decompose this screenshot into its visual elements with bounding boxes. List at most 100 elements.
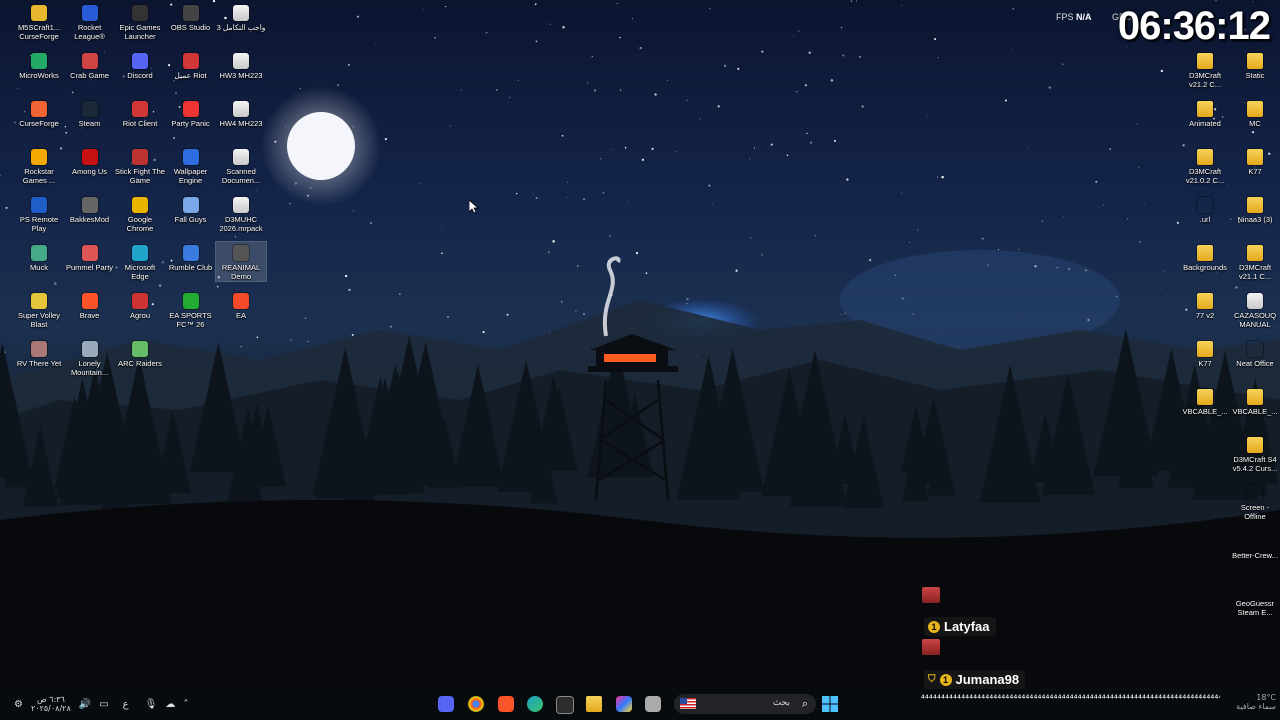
- task-view-icon[interactable]: [645, 696, 661, 712]
- desktop-icon[interactable]: Static: [1230, 50, 1280, 80]
- desktop-icon-label: MicroWorks: [19, 71, 59, 80]
- desktop-icon[interactable]: Muck: [14, 242, 64, 272]
- desktop-icon-label: HW3 MH223: [219, 71, 263, 80]
- desktop-icon[interactable]: Rocket League®: [65, 2, 115, 41]
- weather-widget[interactable]: 18°C سماء صافية: [1236, 693, 1276, 711]
- desktop-icon[interactable]: Neat Office: [1230, 338, 1280, 368]
- desktop-icon[interactable]: MicroWorks: [14, 50, 64, 80]
- desktop-icon[interactable]: D3MUHC 2026.mrpack: [216, 194, 266, 233]
- curseforge-icon: [31, 101, 47, 117]
- fps-label: FPS: [1056, 12, 1074, 22]
- desktop-icon[interactable]: Lonely Mountain...: [65, 338, 115, 377]
- desktop-icon[interactable]: HW4 MH223: [216, 98, 266, 128]
- desktop-icon[interactable]: .url: [1180, 194, 1230, 224]
- desktop-icon[interactable]: Wallpaper Engine: [166, 146, 216, 185]
- document-icon: [1247, 293, 1263, 309]
- desktop-icon[interactable]: Among Us: [65, 146, 115, 176]
- network-icon[interactable]: ▭: [99, 699, 108, 710]
- desktop-icon[interactable]: Epic Games Launcher: [115, 2, 165, 41]
- desktop-icon[interactable]: Pummel Party: [65, 242, 115, 272]
- desktop-icon[interactable]: Riot Client: [115, 98, 165, 128]
- desktop-icon[interactable]: EA: [216, 290, 266, 320]
- desktop-icon[interactable]: RV There Yet: [14, 338, 64, 368]
- desktop-icon-label: Animated: [1189, 119, 1221, 128]
- brave-taskbar-icon[interactable]: [498, 696, 514, 712]
- file-explorer-icon[interactable]: [586, 696, 602, 712]
- desktop-icon[interactable]: Discord: [115, 50, 165, 80]
- desktop-icon[interactable]: عميل Riot: [166, 50, 216, 80]
- onedrive-icon[interactable]: ☁: [165, 699, 175, 710]
- desktop-icon[interactable]: REANIMAL Demo: [215, 241, 267, 282]
- desktop-icon[interactable]: Super Volley Blast: [14, 290, 64, 329]
- discord-taskbar-icon[interactable]: [438, 696, 454, 712]
- desktop-icon[interactable]: K77: [1230, 146, 1280, 176]
- desktop-icon[interactable]: Rockstar Games ...: [14, 146, 64, 185]
- folder-icon: [1247, 101, 1263, 117]
- desktop-icon[interactable]: D3MCraft v21.1 C...: [1230, 242, 1280, 281]
- lonely-mountains-icon: [81, 341, 98, 357]
- wallpaper-engine-icon: [182, 149, 199, 165]
- desktop-icon[interactable]: EA SPORTS FC™ 26: [166, 290, 216, 329]
- microphone-icon[interactable]: 🎙: [145, 699, 158, 710]
- desktop-icon[interactable]: Microsoft Edge: [115, 242, 165, 281]
- obs-icon: [182, 5, 199, 21]
- desktop-icon[interactable]: Backgrounds: [1180, 242, 1230, 272]
- epic-games-icon: [132, 5, 148, 21]
- desktop-icon[interactable]: Crab Game: [65, 50, 115, 80]
- desktop-icon[interactable]: CurseForge: [14, 98, 64, 128]
- tray-date: ٢٠٢٥/٠٨/٢٨: [30, 704, 71, 713]
- desktop-icon[interactable]: VBCABLE_...: [1230, 386, 1280, 416]
- start-button[interactable]: [822, 696, 838, 712]
- desktop-icon[interactable]: واجب التكامل 3: [216, 2, 266, 32]
- chrome-taskbar-icon[interactable]: [468, 696, 484, 712]
- desktop-icon[interactable]: Agrou: [115, 290, 165, 320]
- tray-clock[interactable]: ٦:٣٦ ص ٢٠٢٥/٠٨/٢٨: [31, 695, 71, 713]
- desktop-icon[interactable]: ARC Raiders: [115, 338, 165, 368]
- desktop-icon[interactable]: Steam: [65, 98, 115, 128]
- desktop-icon[interactable]: D3MCraft v21.2 C...: [1180, 50, 1230, 89]
- desktop-icon[interactable]: Fall Guys: [166, 194, 216, 224]
- desktop-icon-label: D3MCraft v21.1 C...: [1238, 263, 1272, 281]
- desktop-icon[interactable]: D3MCraft v21.0.2 C...: [1180, 146, 1230, 185]
- desktop-icon[interactable]: Screen - Offline: [1230, 482, 1280, 521]
- desktop-icon[interactable]: M5SCraft1... CurseForge: [14, 2, 64, 41]
- desktop-icon[interactable]: OBS Studio: [166, 2, 216, 32]
- desktop-icon[interactable]: Scanned Documen...: [216, 146, 266, 185]
- desktop-icon[interactable]: K77: [1180, 338, 1230, 368]
- ps-remote-play-icon: [31, 197, 47, 213]
- desktop-icon[interactable]: 77 v2: [1180, 290, 1230, 320]
- desktop-icon[interactable]: Party Panic: [166, 98, 216, 128]
- edge-taskbar-icon[interactable]: [527, 696, 543, 712]
- settings-icon[interactable]: ⚙: [14, 699, 23, 710]
- weather-temp: 18°C: [1256, 693, 1276, 702]
- desktop-icon[interactable]: PS Remote Play: [14, 194, 64, 233]
- store-taskbar-icon[interactable]: [556, 696, 574, 714]
- search-placeholder: بحث: [772, 698, 790, 708]
- language-indicator[interactable]: ع: [123, 699, 129, 710]
- desktop-icon[interactable]: Ninaa3 (3): [1230, 194, 1280, 224]
- desktop-icon-label: OBS Studio: [170, 23, 211, 32]
- search-icon: ⌕: [801, 697, 808, 710]
- desktop-icon[interactable]: MC: [1230, 98, 1280, 128]
- rockstar-icon: [31, 149, 47, 165]
- desktop-icon[interactable]: Animated: [1180, 98, 1230, 128]
- desktop-icon[interactable]: Brave: [65, 290, 115, 320]
- copilot-taskbar-icon[interactable]: [616, 696, 632, 712]
- desktop-icon[interactable]: BakkesMod: [65, 194, 115, 224]
- desktop-icon[interactable]: Better-Crew...: [1230, 530, 1280, 560]
- volume-icon[interactable]: 🔊: [79, 699, 91, 710]
- desktop-icon[interactable]: CAZASOUQ MANUAL: [1230, 290, 1280, 329]
- desktop-icon-label: 77 v2: [1195, 311, 1215, 320]
- desktop-icon[interactable]: D3MCraft S4 v5.4.2 Curs...: [1230, 434, 1280, 473]
- desktop-icon[interactable]: HW3 MH223: [216, 50, 266, 80]
- desktop-icon[interactable]: GeoGuessr Steam E...: [1230, 578, 1280, 617]
- desktop-icon[interactable]: VBCABLE_...: [1180, 386, 1230, 416]
- desktop-icon[interactable]: Rumble Club: [166, 242, 216, 272]
- better-crew-icon: [1247, 533, 1263, 549]
- folder-icon: [1197, 245, 1213, 261]
- fall-guys-icon: [182, 197, 199, 213]
- desktop-icon[interactable]: Stick Fight The Game: [115, 146, 165, 185]
- desktop-icon[interactable]: Google Chrome: [115, 194, 165, 233]
- taskbar-search[interactable]: بحث ⌕: [674, 694, 816, 714]
- chevron-up-icon[interactable]: ˄: [183, 699, 188, 710]
